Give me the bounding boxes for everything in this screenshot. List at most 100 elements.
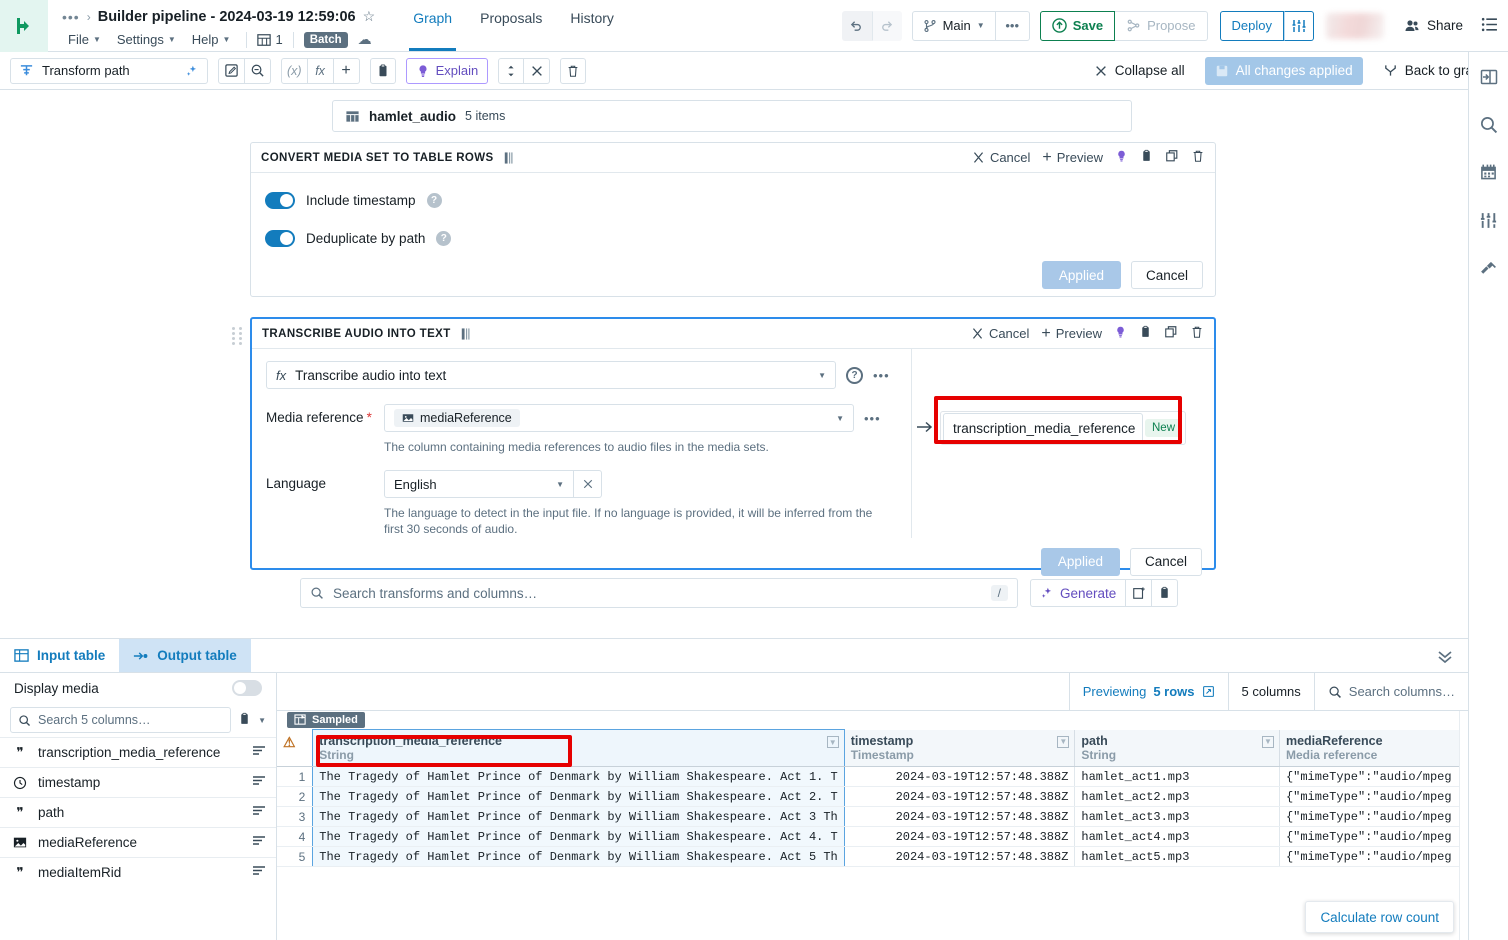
transform-path-field[interactable]: Transform path <box>10 57 208 84</box>
cell-media-reference[interactable]: {"mimeType":"audio/mpeg <box>1279 766 1468 787</box>
undo-icon[interactable] <box>841 10 872 41</box>
save-button[interactable]: Save <box>1039 10 1116 41</box>
column-sort-icon[interactable] <box>252 805 266 820</box>
batch-badge[interactable]: Batch <box>303 31 348 48</box>
column-list-item[interactable]: ❞ transcription_media_reference <box>0 737 276 767</box>
cell-transcription[interactable]: The Tragedy of Hamlet Prince of Denmark … <box>312 826 845 847</box>
cell-path[interactable]: hamlet_act4.mp3 <box>1074 826 1280 847</box>
menu-settings[interactable]: Settings ▼ <box>111 30 182 49</box>
deploy-settings-icon[interactable] <box>1283 10 1314 41</box>
column-sort-icon[interactable] <box>252 745 266 760</box>
explain-button[interactable]: Explain <box>405 57 489 84</box>
convert-preview-action[interactable]: + Preview <box>1042 149 1103 165</box>
cell-media-reference[interactable]: {"mimeType":"audio/mpeg <box>1279 846 1468 867</box>
search-zoom-icon[interactable] <box>245 57 271 84</box>
transform-search-box[interactable]: Search transforms and columns… / <box>300 578 1018 608</box>
menu-help[interactable]: Help ▼ <box>186 30 237 49</box>
column-list-item[interactable]: mediaReference <box>0 827 276 857</box>
cell-timestamp[interactable]: 2024-03-19T12:57:48.388Z <box>844 766 1076 787</box>
panel-toggle-icon[interactable] <box>1480 68 1498 89</box>
table-row[interactable]: 3 The Tragedy of Hamlet Prince of Denmar… <box>277 806 1468 827</box>
media-reference-select[interactable]: mediaReference ▼ <box>384 404 854 432</box>
include-timestamp-toggle[interactable] <box>265 191 295 209</box>
convert-card-handle-icon[interactable] <box>502 151 515 165</box>
media-reference-more-icon[interactable]: ••• <box>864 411 881 426</box>
table-row[interactable]: 5 The Tragedy of Hamlet Prince of Denmar… <box>277 846 1468 867</box>
tab-proposals[interactable]: Proposals <box>466 0 556 51</box>
function-more-icon[interactable]: ••• <box>873 368 890 383</box>
convert-lightbulb-icon[interactable] <box>1115 149 1128 166</box>
deploy-button[interactable]: Deploy <box>1219 10 1284 41</box>
transcribe-applied-button[interactable]: Applied <box>1040 547 1120 576</box>
transcribe-lightbulb-icon[interactable] <box>1114 325 1127 342</box>
tab-graph[interactable]: Graph <box>399 0 466 51</box>
paste-icon[interactable] <box>1152 579 1179 607</box>
new-board-icon[interactable] <box>1126 579 1153 607</box>
edit-icon[interactable] <box>218 57 245 84</box>
cell-media-reference[interactable]: {"mimeType":"audio/mpeg <box>1279 786 1468 807</box>
table-row[interactable]: 2 The Tragedy of Hamlet Prince of Denmar… <box>277 786 1468 807</box>
add-icon[interactable]: + <box>333 57 360 84</box>
transcribe-delete-icon[interactable] <box>1190 325 1204 342</box>
grid-vertical-scrollbar[interactable] <box>1459 711 1468 940</box>
cell-transcription[interactable]: The Tragedy of Hamlet Prince of Denmark … <box>312 766 845 787</box>
hammer-icon[interactable] <box>1479 259 1498 281</box>
transcribe-cancel-action[interactable]: Cancel <box>971 326 1029 341</box>
menu-file[interactable]: File ▼ <box>62 30 107 49</box>
column-list-item[interactable]: ❞ path <box>0 797 276 827</box>
help-icon[interactable]: ? <box>846 366 863 384</box>
cell-path[interactable]: hamlet_act1.mp3 <box>1074 766 1280 787</box>
collapse-all-icon[interactable] <box>524 57 551 84</box>
avatar[interactable] <box>1325 12 1384 39</box>
header-timestamp[interactable]: timestamp Timestamp ▼ <box>844 729 1076 767</box>
app-logo[interactable] <box>0 0 48 52</box>
column-list-item[interactable]: timestamp <box>0 767 276 797</box>
tab-history[interactable]: History <box>556 0 628 51</box>
share-button[interactable]: Share <box>1404 18 1463 34</box>
transcribe-preview-action[interactable]: + Preview <box>1041 325 1102 341</box>
deduplicate-by-path-toggle[interactable] <box>265 229 295 247</box>
cell-media-reference[interactable]: {"mimeType":"audio/mpeg <box>1279 806 1468 827</box>
transcribe-cancel-button[interactable]: Cancel <box>1129 547 1202 576</box>
transcribe-card-handle-icon[interactable] <box>459 327 472 341</box>
sampled-badge[interactable]: Sampled <box>287 712 365 728</box>
language-select[interactable]: English ▼ <box>384 470 574 499</box>
convert-duplicate-icon[interactable] <box>1165 149 1179 166</box>
generate-button[interactable]: Generate <box>1030 579 1127 607</box>
function-icon[interactable]: fx <box>307 57 334 84</box>
transcribe-paste-icon[interactable] <box>1139 325 1152 342</box>
sliders-icon[interactable] <box>1479 211 1498 233</box>
redo-icon[interactable] <box>871 10 902 41</box>
filter-icon[interactable]: ▼ <box>1057 735 1070 748</box>
column-list-item[interactable]: ❞ mediaItemRid <box>0 857 276 887</box>
branch-selector[interactable]: Main ▼ <box>911 10 996 41</box>
propose-button[interactable]: Propose <box>1115 10 1208 41</box>
tab-input-table[interactable]: Input table <box>0 639 119 672</box>
clear-language-icon[interactable] <box>574 470 602 499</box>
cell-transcription[interactable]: The Tragedy of Hamlet Prince of Denmark … <box>312 846 845 867</box>
branch-more-icon[interactable]: ••• <box>995 10 1030 41</box>
help-icon[interactable]: ? <box>436 230 452 246</box>
header-transcription-media-reference[interactable]: transcription_media_reference String ▼ <box>312 729 845 767</box>
expand-all-icon[interactable] <box>498 57 525 84</box>
cell-timestamp[interactable]: 2024-03-19T12:57:48.388Z <box>844 846 1076 867</box>
calendar-icon[interactable] <box>1479 163 1498 185</box>
cell-timestamp[interactable]: 2024-03-19T12:57:48.388Z <box>844 806 1076 827</box>
convert-cancel-button[interactable]: Cancel <box>1130 261 1203 289</box>
tab-output-table[interactable]: Output table <box>119 639 251 672</box>
calculate-row-count-button[interactable]: Calculate row count <box>1305 901 1454 933</box>
variable-icon[interactable]: (x) <box>281 57 308 84</box>
columns-menu-chevron-icon[interactable]: ▼ <box>258 716 266 725</box>
output-column-input[interactable]: transcription_media_reference <box>943 413 1143 443</box>
cell-media-reference[interactable]: {"mimeType":"audio/mpeg <box>1279 826 1468 847</box>
filter-icon[interactable]: ▼ <box>826 736 839 748</box>
paste-icon[interactable] <box>369 57 396 84</box>
dataset-node-hamlet-audio[interactable]: hamlet_audio 5 items <box>332 100 1132 132</box>
column-search-input[interactable]: Search 5 columns… <box>10 707 232 733</box>
cell-timestamp[interactable]: 2024-03-19T12:57:48.388Z <box>844 786 1076 807</box>
convert-paste-icon[interactable] <box>1140 149 1153 166</box>
cell-path[interactable]: hamlet_act3.mp3 <box>1074 806 1280 827</box>
previewing-rows-button[interactable]: Previewing 5 rows <box>1068 673 1228 710</box>
function-select[interactable]: fx Transcribe audio into text ▼ <box>266 361 836 389</box>
header-path[interactable]: path String ▼ <box>1074 729 1280 767</box>
